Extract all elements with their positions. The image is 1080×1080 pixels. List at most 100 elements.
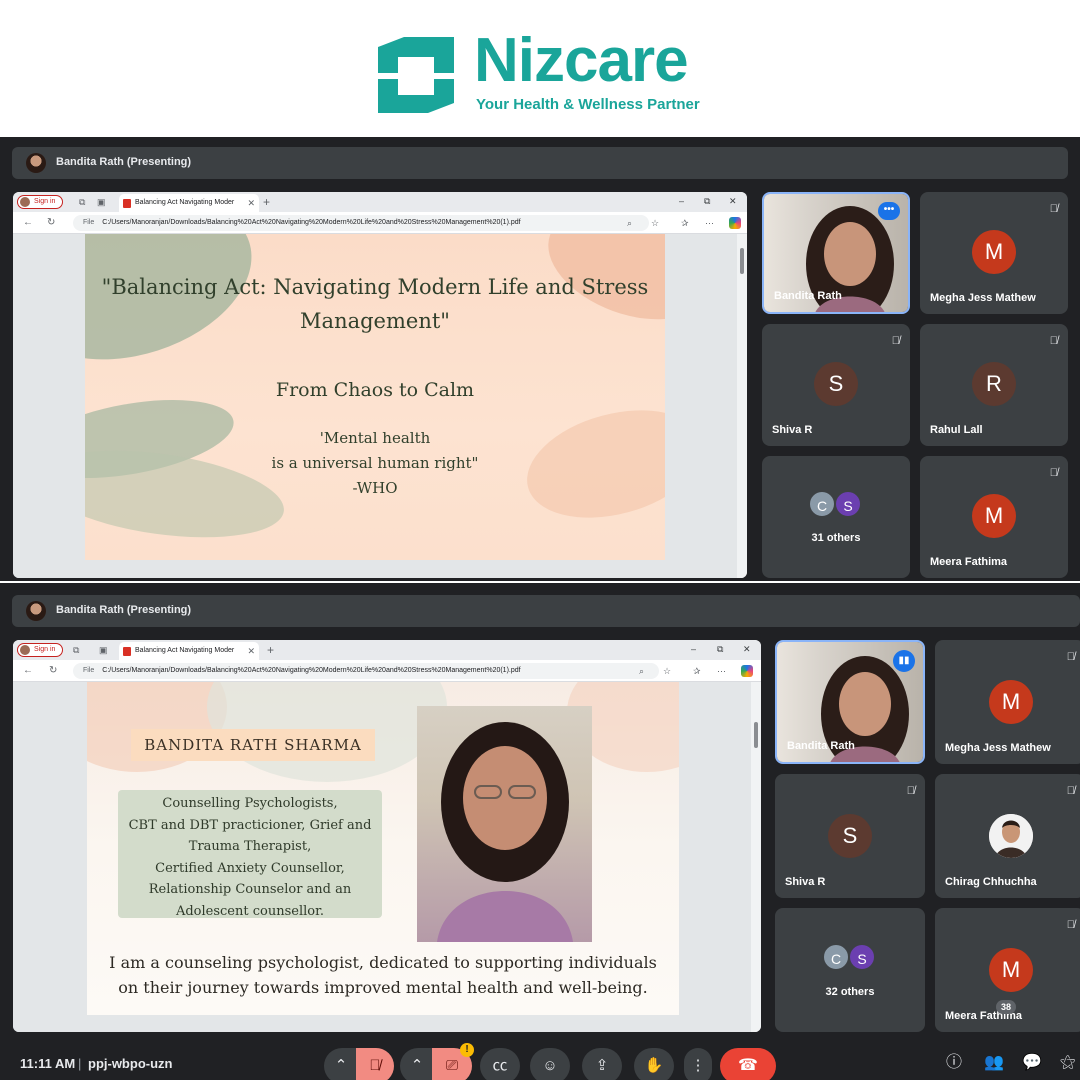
close-window-icon[interactable]: ✕ [743, 643, 751, 655]
participant-tile[interactable]: ▮▮ Bandita Rath [775, 640, 925, 764]
tab-actions-icon[interactable]: ▣ [99, 644, 108, 656]
browser-tab[interactable]: Balancing Act Navigating Moder ✕ [119, 642, 259, 660]
participant-tile[interactable]: 🎙̸ R Rahul Lall [920, 324, 1068, 446]
credential-line: Counselling Psychologists, [162, 796, 338, 811]
close-tab-icon[interactable]: ✕ [247, 194, 255, 212]
browser-tab[interactable]: Balancing Act Navigating Moder ✕ [119, 194, 259, 212]
avatar: C [808, 490, 836, 518]
chevron-up-icon: ⌃ [410, 1057, 424, 1074]
people-count-badge: 38 [996, 1000, 1016, 1014]
people-icon[interactable]: 👥 [984, 1054, 1004, 1072]
presenter-photo [417, 706, 592, 942]
zoom-icon[interactable]: ⌕ [627, 217, 632, 229]
url-field[interactable]: File C:/Users/Manoranjan/Downloads/Balanc… [73, 663, 659, 679]
credential-line: Certified Anxiety Counsellor, [155, 860, 345, 876]
slide-title-line-2: Management" [300, 309, 450, 333]
copilot-icon[interactable] [741, 665, 753, 677]
favorite-star-icon[interactable]: ☆ [663, 665, 671, 677]
new-tab-icon[interactable]: + [263, 194, 270, 210]
signin-button[interactable]: Sign in [17, 643, 63, 657]
pdf-scrollbar[interactable] [737, 234, 747, 578]
participant-name: Bandita Rath [774, 290, 842, 302]
file-label: File [83, 219, 95, 226]
close-window-icon[interactable]: ✕ [729, 195, 737, 207]
address-bar: ← ↻ File C:/Users/Manoranjan/Downloads/Ba… [13, 212, 747, 234]
presenting-bar: Bandita Rath (Presenting) [12, 595, 1080, 627]
raise-hand-button[interactable]: ✋ [634, 1048, 674, 1080]
presenter-avatar [26, 601, 46, 621]
avatar: S [814, 362, 858, 406]
meeting-info-icon[interactable]: ⓘ [946, 1054, 962, 1072]
avatar: S [828, 814, 872, 858]
participant-tile[interactable]: 🎙̸ Chirag Chhuchha [935, 774, 1080, 898]
credential-line: Relationship Counselor and an [148, 882, 352, 897]
participant-tile[interactable]: 🎙̸ M Megha Jess Mathew [935, 640, 1080, 764]
refresh-icon[interactable]: ↻ [47, 217, 55, 229]
present-button[interactable]: ⇪ [582, 1048, 622, 1080]
participant-tile[interactable]: 🎙̸ M Meera Fathima [920, 456, 1068, 578]
signin-button[interactable]: Sign in [17, 195, 63, 209]
file-label: File [83, 667, 95, 674]
workspaces-icon[interactable]: ⧉ [79, 196, 85, 208]
participant-tile[interactable]: ••• Bandita Rath [762, 192, 910, 314]
participant-tile[interactable]: 🎙̸ S Shiva R [775, 774, 925, 898]
participant-name: Shiva R [772, 424, 813, 436]
more-menu-icon[interactable]: ⋯ [717, 665, 726, 677]
favorite-star-icon[interactable]: ☆ [651, 217, 659, 229]
others-count: 31 others [811, 532, 861, 544]
tab-title: Balancing Act Navigating Moder [135, 647, 235, 654]
end-call-button[interactable]: ☎ [720, 1048, 776, 1080]
browser-tab-bar: Sign in ⧉ ▣ Balancing Act Navigating Mod… [13, 192, 747, 212]
favorites-icon[interactable]: ✰ [681, 217, 689, 229]
pdf-viewer: BANDITA RATH SHARMA Counselling Psycholo… [13, 682, 751, 1032]
restore-icon[interactable]: ⧉ [704, 195, 710, 207]
back-icon[interactable]: ← [23, 665, 33, 677]
more-menu-icon[interactable]: ⋯ [705, 217, 714, 229]
scroll-thumb[interactable] [754, 722, 758, 748]
chevron-up-icon: ⌃ [334, 1057, 348, 1074]
audio-options-button[interactable]: ⌃ [324, 1048, 358, 1080]
tab-actions-icon[interactable]: ▣ [97, 196, 106, 208]
pdf-icon [123, 199, 131, 208]
chat-icon[interactable]: 💬 [1022, 1054, 1042, 1072]
credential-line: CBT and DBT practicioner, Grief and [128, 817, 372, 833]
others-tile[interactable]: C S 32 others [775, 908, 925, 1032]
participant-tile[interactable]: 🎙̸ S Shiva R [762, 324, 910, 446]
copilot-icon[interactable] [729, 217, 741, 229]
video-options-button[interactable]: ⌃ [400, 1048, 434, 1080]
more-options-button[interactable]: ⋮ [684, 1048, 712, 1080]
shared-browser-window: Sign in ⧉ ▣ Balancing Act Navigating Mod… [13, 192, 747, 578]
back-icon[interactable]: ← [23, 217, 33, 229]
avatar: M [989, 680, 1033, 724]
captions-icon: ㏄ [492, 1057, 508, 1074]
minimize-icon[interactable]: – [691, 643, 696, 655]
presenting-label: Bandita Rath (Presenting) [56, 156, 192, 168]
workspaces-icon[interactable]: ⧉ [73, 644, 79, 656]
participant-tile[interactable]: 🎙̸ M Megha Jess Mathew [920, 192, 1068, 314]
reactions-button[interactable]: ☺ [530, 1048, 570, 1080]
url-field[interactable]: File C:/Users/Manoranjan/Downloads/Balanc… [73, 215, 649, 231]
favorites-icon[interactable]: ✰ [693, 665, 701, 677]
close-tab-icon[interactable]: ✕ [247, 642, 255, 660]
quote-author: -WHO [352, 479, 398, 497]
url-text: C:/Users/Manoranjan/Downloads/Balancing%… [102, 667, 521, 674]
speaking-indicator-icon: ▮▮ [893, 650, 915, 672]
mic-toggle-button[interactable]: 🎙̸ [356, 1048, 394, 1080]
more-options-icon[interactable]: ••• [878, 202, 900, 220]
zoom-icon[interactable]: ⌕ [639, 665, 644, 677]
captions-button[interactable]: ㏄ [480, 1048, 520, 1080]
time-separator: | [78, 1056, 82, 1071]
presenter-portrait-icon [437, 722, 573, 942]
activities-icon[interactable]: ⚝ [1060, 1054, 1076, 1072]
presenter-avatar [26, 153, 46, 173]
new-tab-icon[interactable]: + [267, 642, 274, 658]
pdf-scrollbar[interactable] [751, 682, 761, 1032]
refresh-icon[interactable]: ↻ [49, 665, 57, 677]
minimize-icon[interactable]: – [679, 195, 684, 207]
restore-icon[interactable]: ⧉ [717, 643, 723, 655]
participant-name: Shiva R [785, 876, 826, 888]
scroll-thumb[interactable] [740, 248, 744, 274]
more-vert-icon: ⋮ [690, 1057, 706, 1074]
meeting-code: ppj-wbpo-uzn [88, 1056, 173, 1071]
others-tile[interactable]: C S 31 others [762, 456, 910, 578]
